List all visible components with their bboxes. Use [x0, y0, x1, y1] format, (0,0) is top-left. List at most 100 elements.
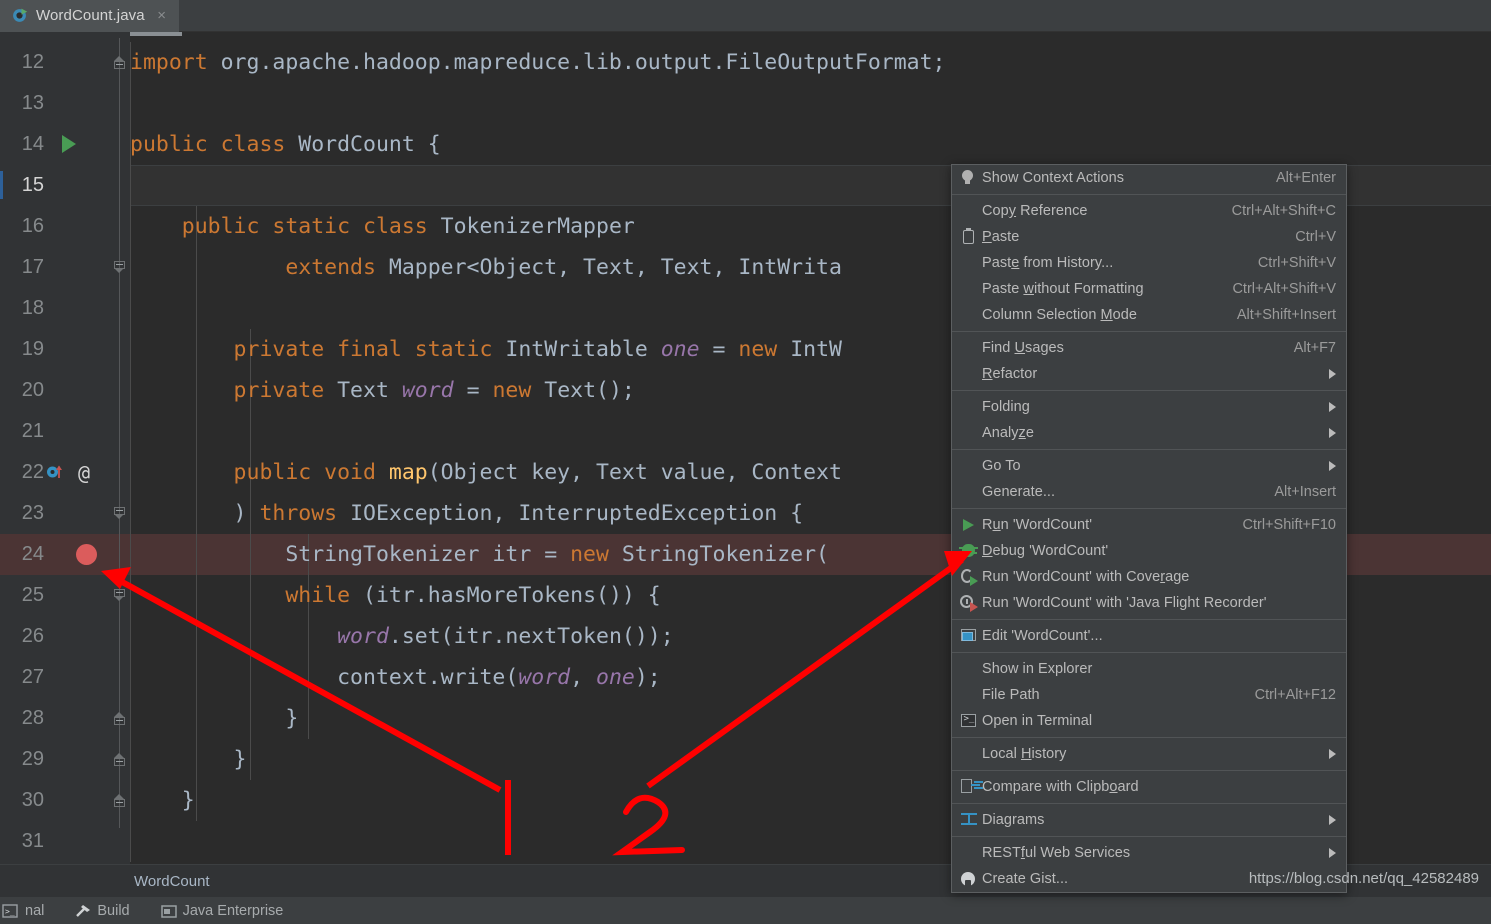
line-gutter-slot[interactable] [44, 42, 120, 83]
line-gutter-slot[interactable] [44, 698, 120, 739]
line-number[interactable]: 13 [0, 92, 44, 115]
menu-item-run-wordcount-with-java-flight-recorder[interactable]: Run 'WordCount' with 'Java Flight Record… [952, 590, 1346, 616]
menu-item-local-history[interactable]: Local History [952, 741, 1346, 767]
line-number[interactable]: 31 [0, 830, 44, 853]
line-gutter-slot[interactable] [44, 370, 120, 411]
fold-marker[interactable] [114, 261, 125, 273]
breadcrumb-wordcount[interactable]: WordCount [134, 873, 210, 890]
chevron-right-icon [1329, 461, 1336, 471]
line-number[interactable]: 28 [0, 707, 44, 730]
fold-marker[interactable] [114, 753, 125, 770]
fold-marker[interactable] [114, 712, 125, 729]
fold-marker[interactable] [114, 507, 125, 519]
menu-item-copy-reference[interactable]: Copy Reference Ctrl+Alt+Shift+C [952, 198, 1346, 224]
menu-item-run-wordcount[interactable]: Run 'WordCount' Ctrl+Shift+F10 [952, 512, 1346, 538]
line-gutter-slot[interactable] [44, 616, 120, 657]
line-number[interactable]: 17 [0, 256, 44, 279]
terminal-icon [956, 711, 982, 731]
code-line[interactable]: 14 public class WordCount { [0, 124, 1491, 165]
line-number[interactable]: 21 [0, 420, 44, 443]
menu-item-edit-wordcount[interactable]: Edit 'WordCount'... [952, 623, 1346, 649]
line-number[interactable]: 26 [0, 625, 44, 648]
chevron-right-icon [1329, 369, 1336, 379]
menu-item-diagrams[interactable]: Diagrams [952, 807, 1346, 833]
tool-window-button-java-enterprise[interactable]: Java Enterprise [160, 903, 283, 919]
line-gutter-slot[interactable] [44, 739, 120, 780]
menu-item-label: Debug 'WordCount' [982, 543, 1109, 559]
jee-icon [160, 903, 177, 919]
line-gutter-slot[interactable] [44, 493, 120, 534]
fold-marker[interactable] [114, 56, 125, 73]
line-gutter-slot[interactable] [44, 83, 120, 124]
menu-item-file-path[interactable]: File Path Ctrl+Alt+F12 [952, 682, 1346, 708]
menu-separator [952, 803, 1346, 804]
menu-item-label: Paste [982, 229, 1020, 245]
line-gutter-slot[interactable] [44, 165, 120, 206]
menu-item-paste-from-history[interactable]: Paste from History... Ctrl+Shift+V [952, 250, 1346, 276]
menu-item-debug-wordcount[interactable]: Debug 'WordCount' [952, 538, 1346, 564]
line-gutter-slot[interactable] [44, 821, 120, 862]
menu-item-label: Run 'WordCount' with 'Java Flight Record… [982, 595, 1267, 611]
menu-item-compare-with-clipboard[interactable]: Compare with Clipboard [952, 774, 1346, 800]
menu-item-generate[interactable]: Generate... Alt+Insert [952, 479, 1346, 505]
line-number[interactable]: 23 [0, 502, 44, 525]
line-number[interactable]: 30 [0, 789, 44, 812]
menu-item-show-context-actions[interactable]: Show Context Actions Alt+Enter [952, 165, 1346, 191]
line-gutter-slot[interactable] [44, 780, 120, 821]
line-number[interactable]: 27 [0, 666, 44, 689]
tool-window-button-label: nal [25, 902, 45, 919]
line-gutter-slot[interactable] [44, 575, 120, 616]
line-gutter-slot[interactable] [44, 206, 120, 247]
breakpoint-marker[interactable] [76, 544, 97, 565]
fold-marker[interactable] [114, 794, 125, 811]
line-number[interactable]: 20 [0, 379, 44, 402]
tool-window-bar[interactable]: >_ nal Build Java Enterprise [0, 897, 1491, 924]
menu-item-refactor[interactable]: Refactor [952, 361, 1346, 387]
line-number[interactable]: 22 [0, 461, 44, 484]
menu-item-open-in-terminal[interactable]: Open in Terminal [952, 708, 1346, 734]
menu-item-run-wordcount-with-coverage[interactable]: Run 'WordCount' with Coverage [952, 564, 1346, 590]
tool-window-button-build[interactable]: Build [74, 903, 130, 919]
close-icon[interactable]: × [155, 8, 169, 23]
chevron-right-icon [1329, 848, 1336, 858]
menu-item-go-to[interactable]: Go To [952, 453, 1346, 479]
menu-separator [952, 390, 1346, 391]
line-gutter-slot[interactable] [44, 288, 120, 329]
line-number[interactable]: 19 [0, 338, 44, 361]
menu-item-folding[interactable]: Folding [952, 394, 1346, 420]
menu-item-find-usages[interactable]: Find Usages Alt+F7 [952, 335, 1346, 361]
line-number[interactable]: 12 [0, 51, 44, 74]
override-method-icon[interactable] [46, 463, 64, 481]
code-line[interactable]: 13 [0, 83, 1491, 124]
menu-item-restful-web-services[interactable]: RESTful Web Services [952, 840, 1346, 866]
line-number[interactable]: 15 [0, 174, 44, 197]
menu-item-column-selection-mode[interactable]: Column Selection Mode Alt+Shift+Insert [952, 302, 1346, 328]
line-gutter-slot[interactable] [44, 124, 120, 165]
tool-window-button-nal[interactable]: >_ nal [2, 903, 44, 919]
menu-item-paste[interactable]: Paste Ctrl+V [952, 224, 1346, 250]
menu-item-show-in-explorer[interactable]: Show in Explorer [952, 656, 1346, 682]
line-number[interactable]: 14 [0, 133, 44, 156]
menu-item-icon-empty [956, 397, 982, 417]
menu-item-analyze[interactable]: Analyze [952, 420, 1346, 446]
menu-item-shortcut: Ctrl+Shift+F10 [1242, 517, 1337, 533]
line-number[interactable]: 18 [0, 297, 44, 320]
code-line[interactable]: 12 import org.apache.hadoop.mapreduce.lib… [0, 42, 1491, 83]
line-gutter-slot[interactable] [44, 657, 120, 698]
annotation-gutter-icon[interactable]: @ [78, 461, 90, 485]
line-gutter-slot[interactable] [44, 411, 120, 452]
run-gutter-icon[interactable] [62, 135, 76, 153]
menu-item-shortcut: Alt+Enter [1275, 170, 1336, 186]
fold-marker[interactable] [114, 589, 125, 601]
line-gutter-slot[interactable] [44, 329, 120, 370]
editor-context-menu[interactable]: Show Context Actions Alt+Enter Copy Refere… [951, 164, 1347, 893]
line-number[interactable]: 16 [0, 215, 44, 238]
line-number[interactable]: 24 [0, 543, 44, 566]
menu-item-paste-without-formatting[interactable]: Paste without Formatting Ctrl+Alt+Shift+V [952, 276, 1346, 302]
menu-item-label: Local History [982, 746, 1067, 762]
menu-item-icon-empty [956, 279, 982, 299]
line-number[interactable]: 29 [0, 748, 44, 771]
line-gutter-slot[interactable] [44, 247, 120, 288]
editor-tab-wordcount-java[interactable]: WordCount.java × [0, 0, 179, 32]
line-number[interactable]: 25 [0, 584, 44, 607]
